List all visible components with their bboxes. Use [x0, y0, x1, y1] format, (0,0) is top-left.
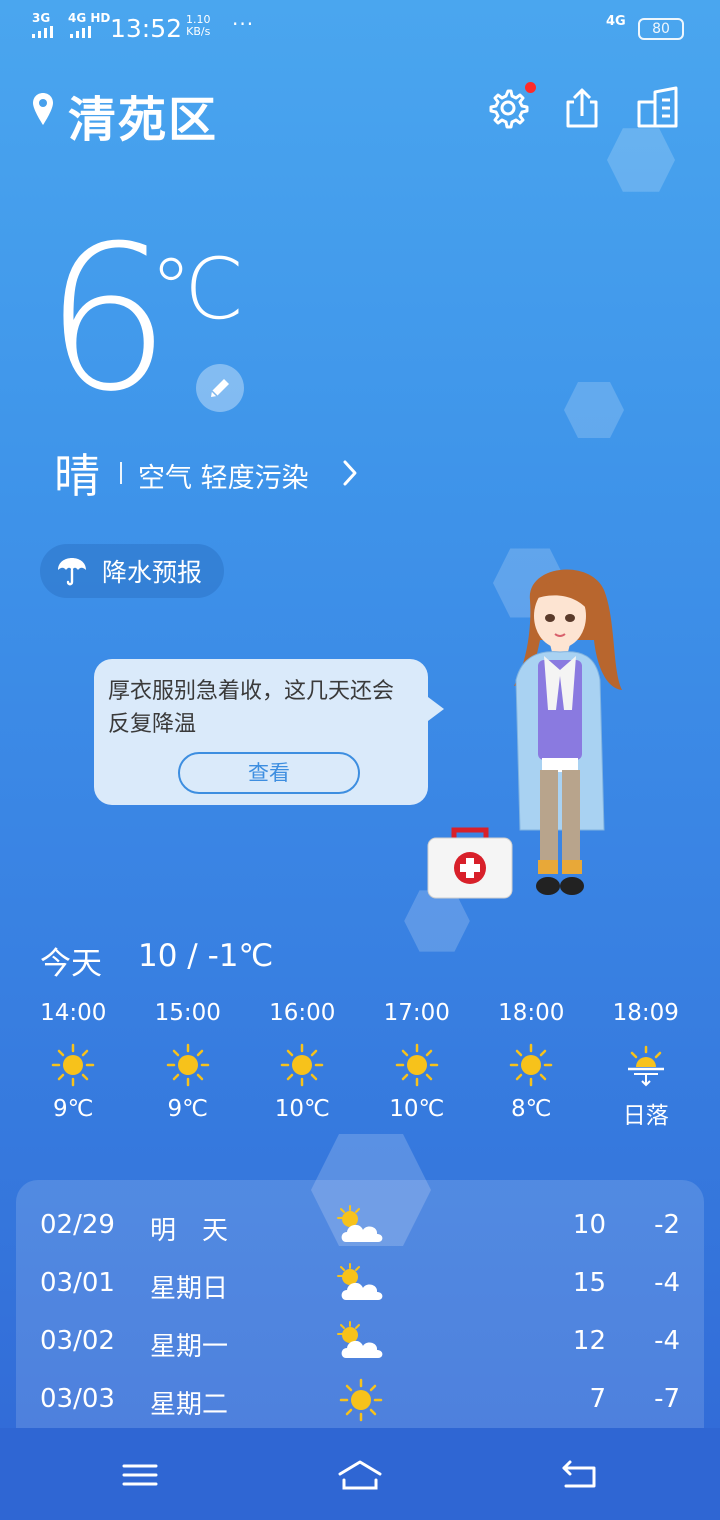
- forecast-row[interactable]: 03/03 星期二 7 -7: [16, 1370, 704, 1428]
- net-speed-unit: KB/s: [186, 25, 211, 38]
- hourly-item: 14:00 9℃: [16, 1000, 131, 1130]
- sunset-label: 日落: [622, 1103, 669, 1129]
- today-temp-range: 10 / -1℃: [138, 938, 274, 974]
- hour-time: 15:00: [154, 1000, 221, 1026]
- partly-cloudy-icon: [337, 1263, 383, 1300]
- hexagon-decoration: [564, 382, 624, 438]
- signal-bars-icon: [32, 26, 53, 38]
- forecast-low: -2: [654, 1210, 680, 1240]
- hour-temp: 9℃: [167, 1096, 208, 1122]
- hexagon-decoration: [607, 128, 675, 192]
- navigation-bar: [0, 1428, 720, 1520]
- sun-icon: [395, 1043, 438, 1087]
- forecast-weekday: 星期一: [150, 1332, 229, 1362]
- chevron-right-icon[interactable]: [342, 458, 358, 488]
- hourly-forecast[interactable]: 14:00 9℃ 15:00 9℃ 16:00 10℃ 17:00 10℃ 18…: [16, 1000, 704, 1130]
- home-icon[interactable]: [336, 1458, 384, 1492]
- sun-icon: [510, 1043, 553, 1087]
- partly-cloudy-icon: [337, 1321, 383, 1358]
- forecast-high: 15: [572, 1268, 606, 1298]
- net-speed: 1.10 KB/s: [186, 14, 211, 38]
- back-icon[interactable]: [558, 1458, 602, 1492]
- hour-time: 14:00: [40, 1000, 107, 1026]
- forecast-date: 03/03: [40, 1384, 115, 1414]
- clock: 13:52: [110, 14, 183, 43]
- forecast-low: -7: [654, 1384, 680, 1414]
- umbrella-icon: [58, 558, 86, 586]
- forecast-date: 03/02: [40, 1326, 115, 1356]
- battery-icon: 80: [638, 18, 684, 40]
- sun-icon: [52, 1043, 95, 1087]
- signal-3g-label: 3G: [32, 11, 51, 25]
- partly-cloudy-icon: [337, 1205, 383, 1242]
- hour-time: 16:00: [269, 1000, 336, 1026]
- hour-temp: 9℃: [53, 1096, 94, 1122]
- first-aid-kit-icon: [427, 827, 513, 899]
- hourly-item: 18:09 日落: [589, 1000, 704, 1130]
- forecast-weekday: 明 天: [150, 1216, 229, 1246]
- battery-level: 80: [652, 21, 670, 37]
- weather-condition: 晴: [54, 449, 100, 503]
- network-type: 4G: [606, 14, 626, 29]
- hourly-item: 17:00 10℃: [360, 1000, 475, 1130]
- gear-icon: [489, 89, 529, 129]
- view-tip-button[interactable]: 查看: [178, 752, 360, 794]
- settings-button[interactable]: [486, 82, 536, 130]
- forecast-row[interactable]: 03/02 星期一 12 -4: [16, 1312, 704, 1370]
- forecast-high: 12: [572, 1326, 606, 1356]
- city-manager-button[interactable]: [636, 86, 680, 130]
- today-label: 今天: [40, 946, 102, 982]
- hour-time: 18:09: [612, 1000, 679, 1026]
- forecast-date: 02/29: [40, 1210, 115, 1240]
- hour-temp: 8℃: [511, 1096, 552, 1122]
- air-quality-link[interactable]: 空气 轻度污染: [138, 456, 309, 495]
- hourly-item: 18:00 8℃: [474, 1000, 589, 1130]
- hour-time: 18:00: [498, 1000, 565, 1026]
- hourly-item: 16:00 10℃: [245, 1000, 360, 1130]
- share-icon: [566, 88, 598, 128]
- status-bar: 3G 4G HD 13:52 1.10 KB/s ··· 4G 80: [0, 0, 720, 56]
- forecast-row[interactable]: 03/01 星期日 15 -4: [16, 1254, 704, 1312]
- sun-icon: [166, 1043, 209, 1087]
- pencil-icon: [211, 379, 229, 397]
- forecast-date: 03/01: [40, 1268, 115, 1298]
- forecast-row[interactable]: 02/29 明 天 10 -2: [16, 1196, 704, 1254]
- forecast-low: -4: [654, 1268, 680, 1298]
- hour-temp: 10℃: [389, 1096, 445, 1122]
- divider: [120, 462, 122, 484]
- hour-temp: 10℃: [274, 1096, 330, 1122]
- tip-text: 厚衣服别急着收，这几天还会反复降温: [108, 679, 395, 737]
- temperature-unit: ℃: [150, 240, 245, 338]
- weather-assistant-character[interactable]: [500, 560, 630, 910]
- buildings-icon: [637, 86, 678, 128]
- precipitation-forecast-button[interactable]: 降水预报: [40, 544, 224, 598]
- notification-dot: [525, 82, 536, 93]
- sun-icon: [281, 1043, 324, 1087]
- edit-button[interactable]: [196, 364, 244, 412]
- daily-forecast-panel[interactable]: 02/29 明 天 10 -2 03/01 星期日 15 -4 03/02 星期…: [16, 1180, 704, 1430]
- share-button[interactable]: [560, 86, 604, 130]
- more-notifications-icon: ···: [232, 12, 255, 36]
- forecast-weekday: 星期日: [150, 1274, 229, 1304]
- location-title[interactable]: 清苑区: [68, 80, 218, 150]
- signal-bars-icon: [70, 26, 91, 38]
- hourly-item: 15:00 9℃: [131, 1000, 246, 1130]
- location-pin-icon: [33, 93, 53, 125]
- forecast-weekday: 星期二: [150, 1390, 229, 1420]
- tip-bubble: 厚衣服别急着收，这几天还会反复降温 查看: [94, 659, 444, 805]
- sunset-icon: [627, 1045, 664, 1087]
- forecast-high: 10: [572, 1210, 606, 1240]
- signal-4g-label: 4G HD: [68, 11, 111, 25]
- forecast-low: -4: [654, 1326, 680, 1356]
- precipitation-forecast-label: 降水预报: [102, 558, 203, 587]
- sun-icon: [339, 1378, 383, 1422]
- forecast-high: 7: [589, 1384, 606, 1414]
- menu-icon[interactable]: [118, 1458, 162, 1492]
- hour-time: 17:00: [383, 1000, 450, 1026]
